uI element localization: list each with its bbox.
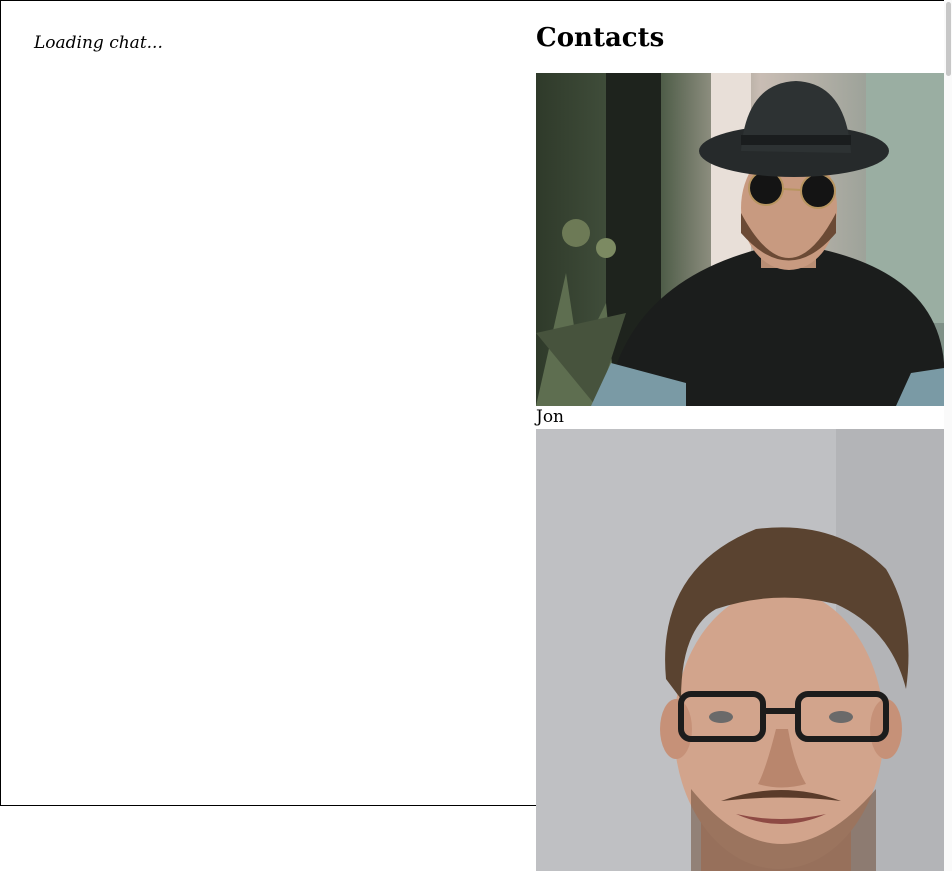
hat-man-photo	[536, 73, 944, 406]
page-scrollbar-thumb[interactable]	[946, 2, 951, 76]
chat-loading-text: Loading chat...	[34, 33, 163, 53]
contacts-heading: Contacts	[536, 23, 665, 53]
contact-avatar-jon[interactable]	[536, 73, 944, 406]
contacts-panel: Contacts Jon	[536, 22, 944, 871]
page-scrollbar[interactable]	[944, 0, 952, 871]
contact-avatar-2[interactable]	[536, 429, 944, 871]
contact-name-jon[interactable]: Jon	[536, 406, 944, 429]
glasses-man-photo	[536, 429, 944, 871]
